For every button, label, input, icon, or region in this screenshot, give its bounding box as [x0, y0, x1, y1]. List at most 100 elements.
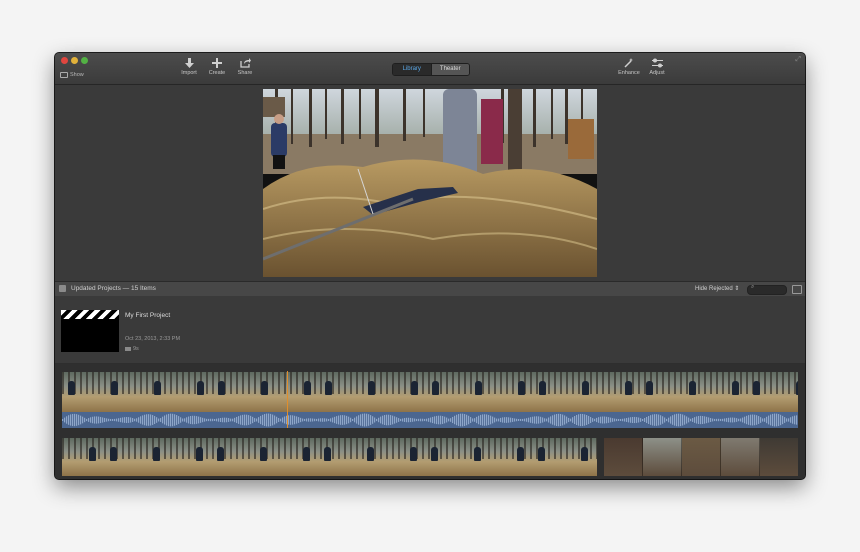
import-button[interactable]: Import: [176, 58, 202, 76]
filmstrip-icon[interactable]: [792, 285, 802, 294]
waveform-bar: [446, 417, 448, 423]
waveform-bar: [344, 415, 346, 425]
tab-library[interactable]: Library: [393, 64, 431, 75]
waveform-bar: [532, 416, 534, 424]
audio-waveform[interactable]: [62, 412, 798, 428]
waveform-bar: [140, 416, 142, 424]
clip-frame: [566, 438, 597, 476]
playhead[interactable]: [287, 371, 288, 428]
clip-filmstrip-2[interactable]: [62, 438, 597, 476]
waveform-bar: [514, 418, 516, 422]
waveform-bar: [288, 415, 290, 425]
waveform-bar: [656, 414, 658, 426]
waveform-bar: [402, 418, 404, 422]
waveform-bar: [540, 416, 542, 424]
waveform-bar: [356, 416, 358, 424]
clip-frame: [458, 438, 495, 476]
waveform-bar: [382, 415, 384, 425]
waveform-bar: [424, 418, 426, 422]
waveform-bar: [474, 418, 476, 422]
waveform-bar: [208, 418, 210, 422]
waveform-bar: [442, 416, 444, 424]
project-thumbnail[interactable]: [61, 310, 119, 352]
enhance-wand-icon: [624, 58, 633, 68]
waveform-bar: [254, 418, 256, 422]
waveform-bar: [196, 416, 198, 424]
create-button[interactable]: Create: [204, 58, 230, 76]
frame-figure: [732, 381, 739, 395]
waveform-bar: [702, 415, 704, 425]
zoom-icon[interactable]: [81, 57, 88, 64]
tab-theater[interactable]: Theater: [430, 64, 469, 75]
frame-trees: [134, 372, 170, 394]
waveform-bar: [380, 416, 382, 424]
waveform-bar: [106, 418, 108, 422]
waveform-bar: [214, 418, 216, 422]
waveform-bar: [224, 417, 226, 423]
browser-title: Updated Projects — 15 Items: [71, 285, 156, 292]
minimize-icon[interactable]: [71, 57, 78, 64]
waveform-bar: [194, 415, 196, 425]
waveform-bar: [566, 416, 568, 424]
waveform-bar: [542, 417, 544, 423]
waveform-bar: [496, 418, 498, 422]
waveform-bar: [750, 414, 752, 426]
waveform-bar: [226, 417, 228, 423]
waveform-bar: [686, 416, 688, 424]
waveform-bar: [560, 413, 562, 427]
clip-frame: [278, 438, 315, 476]
adjust-button[interactable]: Adjust: [644, 58, 670, 76]
waveform-bar: [130, 417, 132, 423]
waveform-bar: [238, 416, 240, 424]
clip-filmstrip-3[interactable]: [604, 438, 798, 476]
clip-frame: [674, 372, 711, 412]
waveform-bar: [450, 418, 452, 422]
waveform-bar: [570, 418, 572, 422]
waveform-bar: [148, 414, 150, 426]
share-button[interactable]: Share: [232, 58, 258, 76]
fullscreen-icon[interactable]: ⤢: [795, 56, 801, 64]
waveform-bar: [758, 416, 760, 424]
waveform-bar: [62, 419, 64, 421]
waveform-bar: [290, 415, 292, 425]
waveform-bar: [252, 416, 254, 424]
waveform-bar: [292, 415, 294, 425]
waveform-bar: [124, 417, 126, 423]
hide-rejected-select[interactable]: Hide Rejected ⇕: [695, 284, 739, 294]
waveform-bar: [376, 418, 378, 422]
waveform-bar: [572, 417, 574, 423]
project-name[interactable]: My First Project: [125, 312, 170, 319]
search-input[interactable]: ⌕: [747, 284, 787, 295]
clip-filmstrip-1[interactable]: [62, 372, 798, 412]
waveform-bar: [536, 416, 538, 424]
waveform-bar: [502, 417, 504, 423]
waveform-bar: [244, 414, 246, 426]
search-icon: ⌕: [751, 284, 755, 290]
show-button[interactable]: Show: [60, 72, 84, 78]
waveform-bar: [704, 416, 706, 424]
waveform-bar: [182, 418, 184, 422]
waveform-bar: [620, 418, 622, 422]
frame-trees: [530, 438, 566, 459]
frame-figure: [324, 447, 331, 461]
waveform-bar: [268, 413, 270, 427]
waveform-bar: [476, 416, 478, 424]
waveform-bar: [636, 417, 638, 423]
waveform-bar: [732, 417, 734, 423]
library-icon[interactable]: [59, 285, 66, 292]
waveform-bar: [596, 417, 598, 423]
clip-frame: [643, 438, 682, 476]
waveform-bar: [714, 418, 716, 422]
waveform-bar: [428, 418, 430, 422]
frame-figure: [260, 447, 267, 461]
waveform-bar: [144, 414, 146, 426]
clip-frame: [98, 372, 135, 412]
waveform-bar: [346, 415, 348, 425]
close-icon[interactable]: [61, 57, 68, 64]
waveform-bar: [246, 414, 248, 426]
waveform-bar: [518, 418, 520, 422]
enhance-button[interactable]: Enhance: [616, 58, 642, 76]
waveform-bar: [618, 418, 620, 422]
project-date: Oct 23, 2013, 2:33 PM: [125, 336, 181, 342]
waveform-bar: [434, 416, 436, 424]
